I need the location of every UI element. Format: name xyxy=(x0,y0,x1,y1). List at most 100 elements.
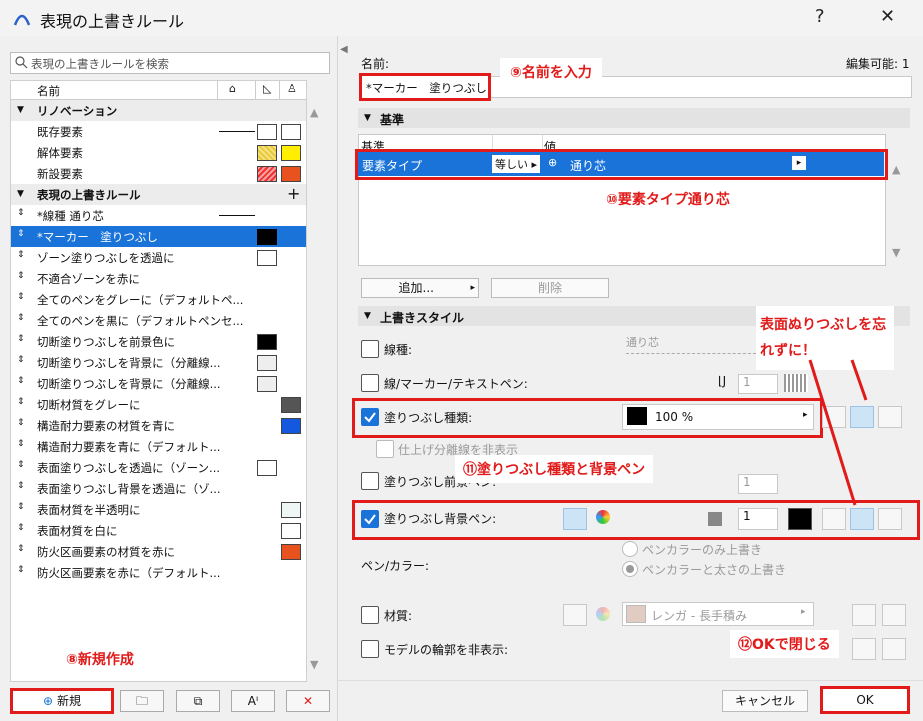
delete-icon: ✕ xyxy=(302,694,314,708)
editable-count: 編集可能: 1 xyxy=(846,57,910,71)
annotation-ok: ⑫OKで閉じる xyxy=(730,630,839,658)
list-item[interactable]: 解体要素 xyxy=(11,142,306,163)
list-item[interactable]: ⇕ 表面塗りつぶしを透過に（ゾーン... xyxy=(11,457,306,478)
fill-fg-checkbox[interactable] xyxy=(361,472,379,490)
radio-pen-color-only[interactable] xyxy=(622,541,638,557)
ok-button[interactable]: OK xyxy=(820,686,910,714)
material-color-icon[interactable] xyxy=(596,607,610,621)
scroll-up-icon[interactable]: ▲ xyxy=(310,106,318,119)
rule-tree: 名前 ⌂ ◺ ♙ ▼ リノベーション 既存要素 解体要素 新設要素 ▼ 表現の上… xyxy=(10,80,307,682)
group-label: リノベーション xyxy=(37,104,118,118)
list-item[interactable]: ⇕ 表面材質を半透明に xyxy=(11,499,306,520)
eraser-fill-icon[interactable] xyxy=(878,406,902,428)
cancel-button[interactable]: キャンセル xyxy=(722,690,808,712)
list-item[interactable]: ⇕ 全てのペンをグレーに（デフォルトペ... xyxy=(11,289,306,310)
criteria-scroll-down-icon[interactable]: ▼ xyxy=(892,246,900,259)
fill-type-label: 塗りつぶし種類: xyxy=(384,411,473,425)
fill-bg-checkbox[interactable] xyxy=(361,510,379,528)
fill-column-icon: ◺ xyxy=(263,82,272,95)
linetype-value: 通り芯 xyxy=(626,336,659,349)
hide-contour-label: モデルの輪郭を非表示: xyxy=(384,643,509,657)
material-paint-icon[interactable] xyxy=(563,604,587,626)
list-item[interactable]: ⇕ 全てのペンを黒に（デフォルトペンセ... xyxy=(11,310,306,331)
list-item[interactable]: ⇕ 表面材質を白に xyxy=(11,520,306,541)
list-item[interactable]: ⇕ 防火区画要素の材質を赤に xyxy=(11,541,306,562)
group-renovation[interactable]: ▼ リノベーション xyxy=(11,100,306,121)
annotation-arrows xyxy=(808,359,868,506)
list-item[interactable]: ⇕ 防火区画要素を赤に（デフォルト... xyxy=(11,562,306,583)
fill-fg-pen-number[interactable]: 1 xyxy=(738,474,778,494)
material-option-icon-2[interactable] xyxy=(882,604,906,626)
linetype-checkbox[interactable] xyxy=(361,340,379,358)
pen-icon: ⌊J xyxy=(718,374,727,388)
line-column-icon: ⌂ xyxy=(229,82,236,95)
duplicate-button[interactable]: ⧉ xyxy=(176,690,220,712)
add-criteria-button[interactable]: 追加... ▸ xyxy=(361,278,479,298)
criteria-row-highlight xyxy=(355,149,888,180)
solid-fill-swatch xyxy=(627,407,647,425)
list-item[interactable]: ⇕ 構造耐力要素を青に（デフォルト... xyxy=(11,436,306,457)
eraser-fill-bg-icon[interactable] xyxy=(878,508,902,530)
list-item-selected[interactable]: ⇕ *マーカー 塗りつぶし xyxy=(11,226,306,247)
new-folder-icon: 🗀 xyxy=(135,694,148,708)
list-item[interactable]: ⇕ 切断塗りつぶしを背景に（分離線... xyxy=(11,373,306,394)
color-wheel-icon[interactable] xyxy=(596,510,610,524)
list-item[interactable]: 既存要素 xyxy=(11,121,306,142)
material-option-icon-1[interactable] xyxy=(852,604,876,626)
help-button[interactable]: ? xyxy=(815,6,825,27)
material-select[interactable]: レンガ - 長手積み ▸ xyxy=(622,602,814,626)
app-logo-icon xyxy=(13,14,31,26)
criteria-header[interactable]: ▼ 基準 xyxy=(358,108,910,128)
bg-pen-toggle-icon[interactable] xyxy=(563,508,587,530)
pen-color-label: ペン/カラー: xyxy=(361,559,430,573)
line-pen-checkbox[interactable] xyxy=(361,374,379,392)
list-item[interactable]: ⇕ 構造耐力要素の材質を青に xyxy=(11,415,306,436)
name-input-highlight[interactable]: *マーカー 塗りつぶし xyxy=(359,73,491,101)
material-checkbox[interactable] xyxy=(361,606,379,624)
contour-option-icon-2[interactable] xyxy=(882,638,906,660)
column-name-header: 名前 xyxy=(37,84,60,98)
contour-option-icon-1[interactable] xyxy=(852,638,876,660)
annotation-new: ⑧新規作成 xyxy=(66,652,134,668)
list-item[interactable]: ⇕ *線種 通り芯 xyxy=(11,205,306,226)
name-label: 名前: xyxy=(361,57,390,71)
fill-bg-pen-number[interactable]: 1 xyxy=(738,508,778,530)
new-button[interactable]: ⊕ 新規 xyxy=(10,688,114,714)
list-item[interactable]: ⇕ 表面塗りつぶし背景を透過に（ゾ... xyxy=(11,478,306,499)
new-folder-button[interactable]: 🗀 xyxy=(120,690,164,712)
fill-type-checkbox[interactable] xyxy=(361,408,379,426)
line-pen-number[interactable]: 1 xyxy=(738,374,778,394)
list-item[interactable]: ⇕ ゾーン塗りつぶしを透過に xyxy=(11,247,306,268)
list-item[interactable]: ⇕ 切断塗りつぶしを背景に（分離線... xyxy=(11,352,306,373)
duplicate-icon: ⧉ xyxy=(193,694,203,708)
pen-color-swatch xyxy=(708,512,722,526)
add-rule-icon[interactable]: + xyxy=(287,184,300,203)
criteria-scroll-up-icon[interactable]: ▲ xyxy=(892,163,900,176)
search-input[interactable]: 表現の上書きルールを検索 xyxy=(10,52,330,74)
line-pen-label: 線/マーカー/テキストペン: xyxy=(384,377,528,391)
delete-button[interactable]: ✕ xyxy=(286,690,330,712)
group-override-rules[interactable]: ▼ 表現の上書きルール + xyxy=(11,184,306,205)
radio-pen-color-only-label: ペンカラーのみ上書き xyxy=(642,543,763,557)
hide-separator-checkbox[interactable] xyxy=(376,440,394,458)
material-label: 材質: xyxy=(384,609,413,623)
annotation-name: ⑨名前を入力 xyxy=(500,58,602,86)
panel-collapse-icon[interactable]: ◀ xyxy=(340,44,348,55)
scroll-down-icon[interactable]: ▼ xyxy=(310,658,318,671)
search-placeholder: 表現の上書きルールを検索 xyxy=(31,57,169,71)
group-label: 表現の上書きルール xyxy=(37,188,141,202)
rename-button[interactable]: Aᴵ xyxy=(231,690,275,712)
fill-type-select[interactable]: 100 % ▸ xyxy=(622,404,814,430)
list-item[interactable]: 新設要素 xyxy=(11,163,306,184)
radio-pen-color-weight[interactable] xyxy=(622,561,638,577)
window-title: 表現の上書きルール xyxy=(40,12,185,31)
rename-icon: Aᴵ xyxy=(247,694,259,708)
pen-column-icon: ♙ xyxy=(287,82,297,95)
hide-contour-checkbox[interactable] xyxy=(361,640,379,658)
delete-criteria-button[interactable]: 削除 xyxy=(491,278,609,298)
radio-pen-color-weight-label: ペンカラーと太さの上書き xyxy=(642,563,787,577)
close-button[interactable]: ✕ xyxy=(880,6,895,27)
list-item[interactable]: ⇕ 切断材質をグレーに xyxy=(11,394,306,415)
list-item[interactable]: ⇕ 不適合ゾーンを赤に xyxy=(11,268,306,289)
list-item[interactable]: ⇕ 切断塗りつぶしを前景色に xyxy=(11,331,306,352)
